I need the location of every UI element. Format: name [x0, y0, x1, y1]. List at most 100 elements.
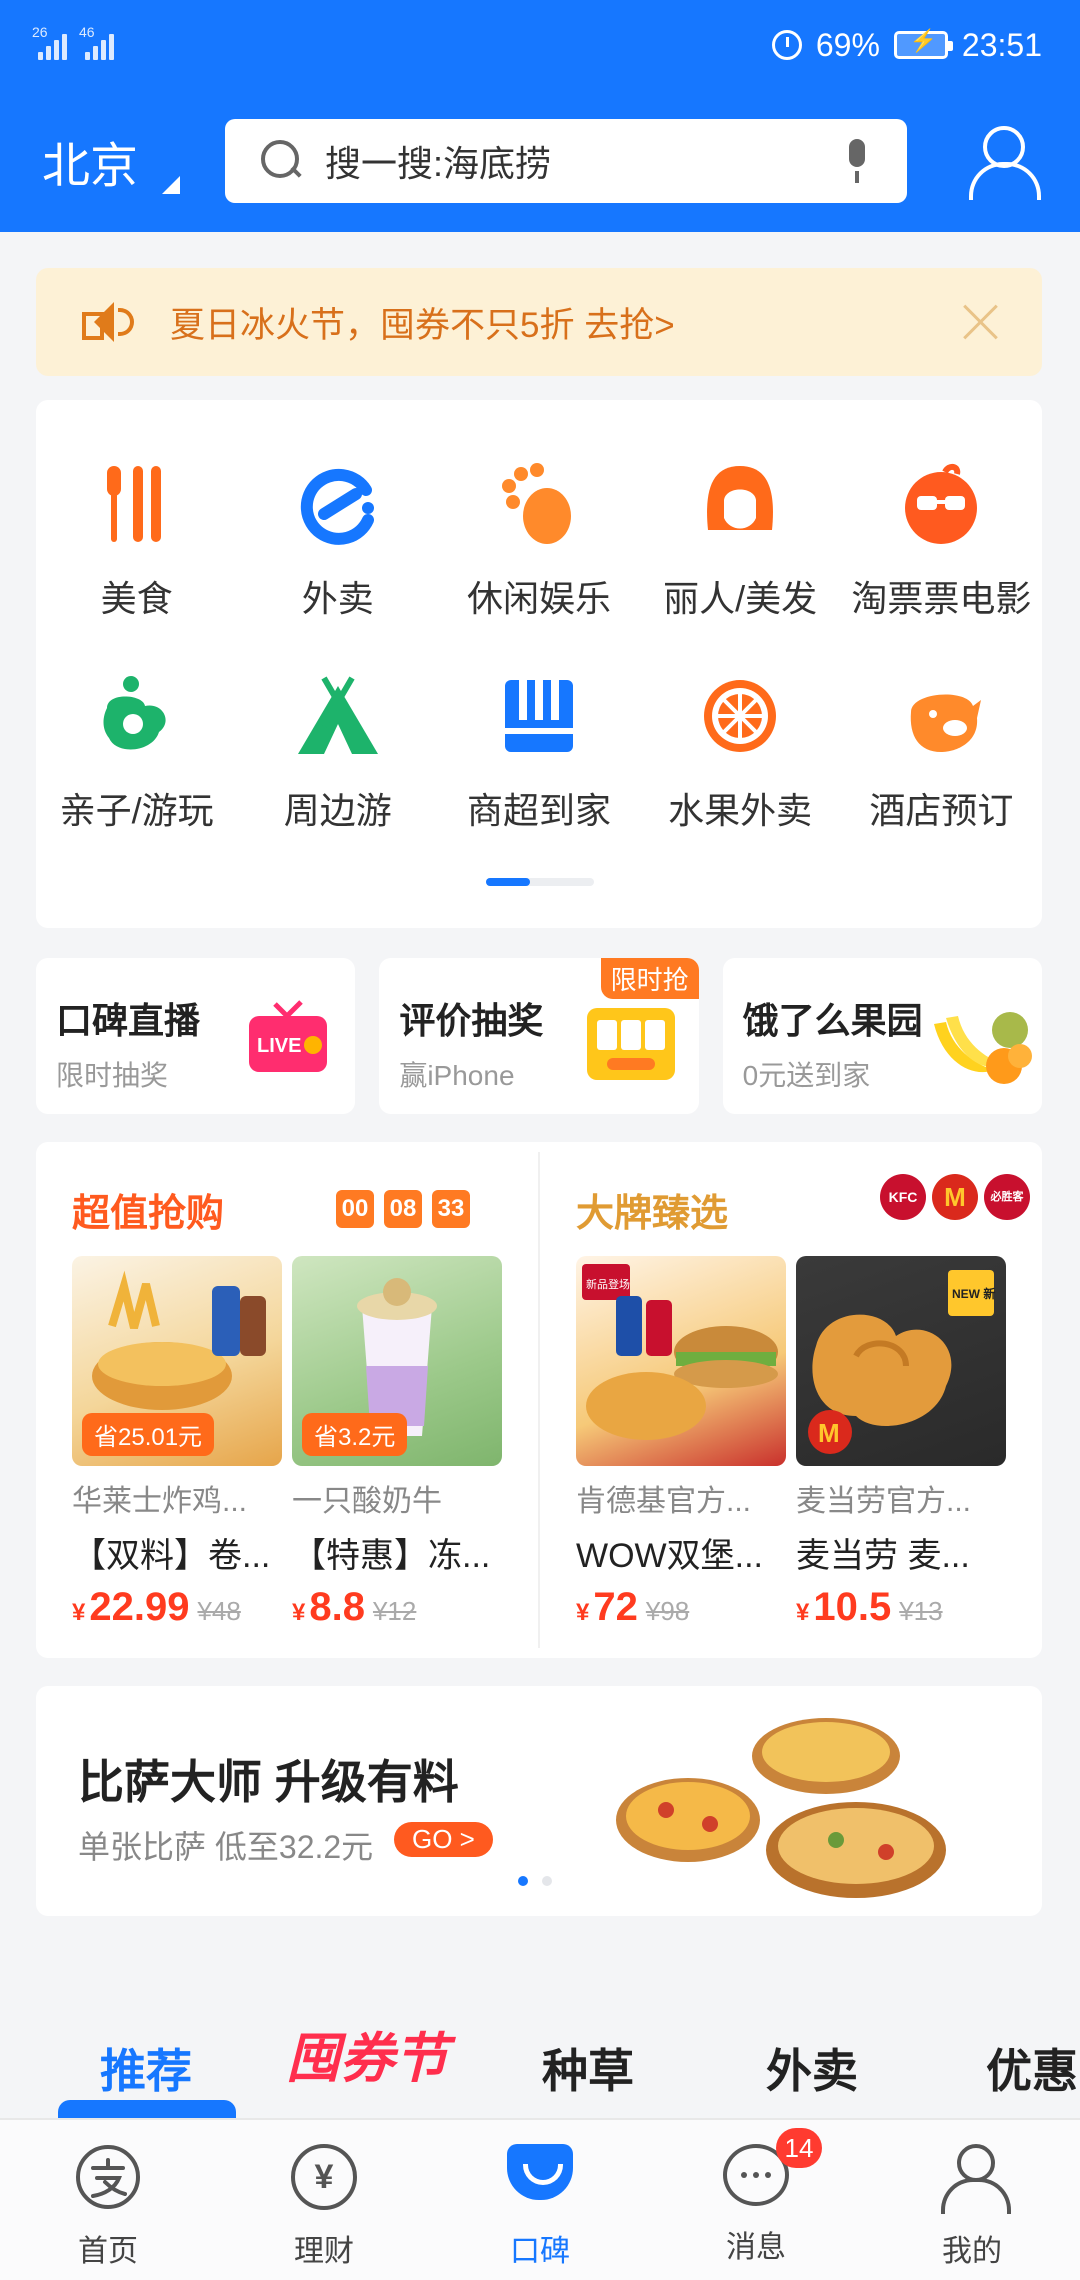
category-movie[interactable]: 淘票票电影 [841, 460, 1042, 622]
svg-text:新品登场: 新品登场 [586, 1277, 630, 1291]
product-name: 麦当劳 麦... [796, 1537, 970, 1575]
product-card[interactable]: 省3.2元 一只酸奶牛 【特惠】冻... ¥ 8.8 ¥12 [292, 1256, 502, 1630]
currency-symbol: ¥ [72, 1599, 86, 1626]
nav-label: 首页 [78, 2235, 138, 2268]
category-label: 淘票票电影 [851, 578, 1032, 619]
category-label: 水果外卖 [668, 790, 813, 831]
nav-messages[interactable]: 14 消息 [648, 2120, 864, 2280]
svg-text:M: M [818, 1418, 840, 1448]
price-original: ¥48 [197, 1596, 241, 1626]
microphone-icon[interactable] [845, 139, 869, 183]
price-current: 8.8 [309, 1585, 365, 1629]
product-price: ¥ 22.99 ¥48 [72, 1585, 282, 1630]
tab-discount[interactable]: 优惠 [986, 2035, 1078, 2101]
product-name: WOW双堡... [576, 1537, 763, 1575]
category-food[interactable]: 美食 [36, 460, 237, 622]
category-label: 酒店预订 [869, 790, 1014, 831]
takeout-e-icon [300, 468, 374, 545]
category-supermarket[interactable]: 商超到家 [438, 672, 639, 834]
flash-sale-title[interactable]: 超值抢购 [72, 1182, 224, 1237]
live-tv-icon: LIVE [249, 1000, 328, 1072]
category-takeout[interactable]: 外卖 [237, 460, 438, 622]
tab-coupon-festival[interactable]: 囤券节 [286, 2014, 448, 2093]
nav-home[interactable]: 首页 [0, 2120, 216, 2280]
countdown-minutes: 08 [384, 1190, 422, 1228]
banner-page-indicator [518, 1876, 552, 1886]
product-card[interactable]: 新品登场 肯德基官方... WOW双堡... ¥ 72 ¥98 [576, 1256, 786, 1630]
woman-face-icon [707, 466, 774, 530]
city-selector[interactable]: 北京 [0, 118, 225, 204]
price-original: ¥13 [899, 1596, 943, 1626]
pizza-banner[interactable]: 比萨大师 升级有料 单张比萨 低至32.2元 GO > [36, 1686, 1042, 1916]
user-profile-icon[interactable] [967, 126, 1041, 200]
store-icon [504, 680, 573, 752]
savings-tag: 省25.01元 [82, 1413, 215, 1456]
product-card[interactable]: NEW 新 M 麦当劳官方... 麦当劳 麦... ¥ 10.5 ¥13 [796, 1256, 1006, 1630]
category-label: 周边游 [283, 790, 392, 831]
search-row: 北京 搜一搜:海底捞 [0, 118, 1080, 204]
glasses-mascot-icon [905, 464, 978, 544]
nav-finance[interactable]: ¥ 理财 [216, 2120, 432, 2280]
category-hotel[interactable]: 酒店预订 [841, 672, 1042, 834]
person-icon [939, 2144, 1011, 2214]
category-label: 外卖 [301, 578, 374, 619]
promo-live-stream[interactable]: 口碑直播 限时抽奖 LIVE [36, 958, 356, 1114]
kfc-burger-meal-image: 新品登场 [582, 1264, 778, 1440]
battery-percent: 69% [815, 26, 880, 63]
category-beauty[interactable]: 丽人/美发 [640, 460, 841, 622]
brand-select-title[interactable]: 大牌臻选 [576, 1182, 728, 1237]
product-price: ¥ 8.8 ¥12 [292, 1585, 502, 1630]
alarm-icon [771, 30, 802, 60]
mcdonalds-logo: M [932, 1174, 978, 1220]
status-bar: 26 46 69% 23:51 [0, 0, 1080, 90]
promo-notice-bar[interactable]: 夏日冰火节，囤券不只5折 去抢> [36, 268, 1042, 376]
product-card[interactable]: 省25.01元 华莱士炸鸡... 【双料】卷... ¥ 22.99 ¥48 [72, 1256, 282, 1630]
nav-koubei[interactable]: 口碑 [432, 2120, 648, 2280]
pizza-image [616, 1718, 946, 1898]
go-button[interactable]: GO > [394, 1822, 493, 1857]
promo-review-lottery[interactable]: 评价抽奖 赢iPhone 限时抢 [379, 958, 699, 1114]
bottom-navigation: 首页 ¥ 理财 口碑 14 消息 我的 [0, 2118, 1080, 2280]
product-price: ¥ 10.5 ¥13 [796, 1585, 1006, 1630]
price-current: 22.99 [89, 1585, 190, 1629]
product-name: 【特惠】冻... [292, 1537, 491, 1575]
search-input[interactable]: 搜一搜:海底捞 [225, 119, 907, 203]
category-label: 商超到家 [466, 790, 611, 831]
brand-logos: KFC M 必胜客 [880, 1174, 1030, 1220]
category-fruit[interactable]: 水果外卖 [640, 672, 841, 834]
baby-icon [103, 676, 166, 750]
tab-grass[interactable]: 种草 [542, 2035, 634, 2101]
signal-strength-icon: 26 [32, 24, 67, 60]
tent-icon [297, 676, 378, 754]
product-image-yogurt: 省3.2元 [292, 1256, 502, 1466]
promo-row: 口碑直播 限时抽奖 LIVE 评价抽奖 赢iPhone 限时抢 饿了么果园 0元… [36, 958, 1042, 1114]
promo-orchard[interactable]: 饿了么果园 0元送到家 [722, 958, 1042, 1114]
battery-charging-icon [893, 28, 953, 59]
product-name: 【双料】卷... [72, 1537, 271, 1575]
category-leisure[interactable]: 休闲娱乐 [438, 460, 639, 622]
category-grid: 美食 外卖 休闲娱乐 丽人/美发 淘票票电影 亲子/游玩 周边游 商超到家 水果… [36, 460, 1042, 834]
status-right: 69% 23:51 [771, 26, 1042, 64]
grid-page-indicator [486, 878, 594, 886]
nav-label: 理财 [294, 2235, 354, 2268]
utensils-icon [106, 466, 161, 542]
fruit-basket-image [933, 1012, 1032, 1084]
pig-icon [911, 694, 982, 752]
close-icon[interactable] [960, 301, 1002, 343]
tab-recommend[interactable]: 推荐 [100, 2035, 192, 2101]
signal-strength-icon: 46 [79, 24, 114, 60]
nav-label: 我的 [942, 2235, 1002, 2268]
crispy-chicken-image: NEW 新 M [808, 1270, 995, 1454]
product-shop: 一只酸奶牛 [292, 1485, 442, 1518]
flash-sale-products: 省25.01元 华莱士炸鸡... 【双料】卷... ¥ 22.99 ¥48 省3… [72, 1256, 502, 1630]
nav-profile[interactable]: 我的 [864, 2120, 1080, 2280]
product-price: ¥ 72 ¥98 [576, 1585, 786, 1630]
footprint-icon [501, 463, 571, 544]
category-nearby-trip[interactable]: 周边游 [237, 672, 438, 834]
category-family[interactable]: 亲子/游玩 [36, 672, 237, 834]
kfc-logo: KFC [880, 1174, 926, 1220]
notice-text: 夏日冰火节，囤券不只5折 去抢> [170, 305, 675, 345]
speaker-icon [82, 300, 138, 344]
brand-select-section: 大牌臻选 KFC M 必胜客 新品登场 肯德基官方... WOW双堡... ¥ … [540, 1142, 1042, 1658]
tab-takeout[interactable]: 外卖 [766, 2035, 858, 2101]
